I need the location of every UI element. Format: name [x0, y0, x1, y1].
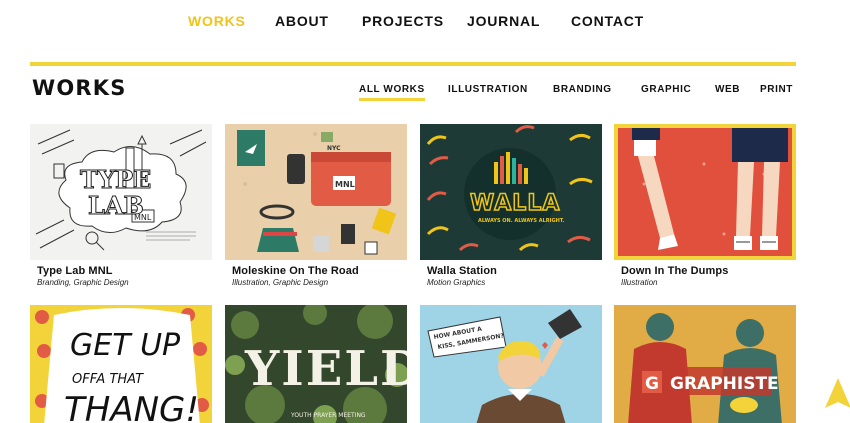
project-category: Illustration, Graphic Design [232, 278, 329, 287]
filter-illustration[interactable]: ILLUSTRATION [448, 84, 528, 95]
art-text: GRAPHISTE [670, 374, 779, 394]
header-divider [30, 62, 796, 66]
project-card-graphiste[interactable]: G GRAPHISTE [614, 305, 796, 423]
nav-projects[interactable]: PROJECTS [362, 13, 444, 29]
nav-works[interactable]: WORKS [188, 13, 246, 29]
project-card-walla[interactable]: WALLA ALWAYS ON. ALWAYS ALRIGHT. Walla S… [420, 124, 602, 287]
project-card-type-lab[interactable]: TYPE LAB MNL Type Lab MNL Branding, Grap… [30, 124, 212, 287]
project-thumbnail [614, 124, 796, 260]
art-text: MNL [335, 180, 355, 189]
project-category: Branding, Graphic Design [37, 278, 129, 287]
project-title: Type Lab MNL [37, 265, 113, 277]
project-thumbnail: GET UP OFFA THAT THANG! [30, 305, 212, 423]
art-text: WALLA [470, 191, 560, 216]
art-text: NYC [327, 145, 341, 152]
back-to-top-button[interactable] [825, 378, 850, 414]
art-text: G [645, 374, 659, 394]
project-category: Motion Graphics [427, 278, 486, 287]
filter-web[interactable]: WEB [715, 84, 740, 95]
art-text: ALWAYS ON. ALWAYS ALRIGHT. [478, 218, 564, 224]
project-title: Walla Station [427, 265, 497, 277]
art-text: MNL [134, 213, 152, 222]
filter-graphic[interactable]: GRAPHIC [641, 84, 691, 95]
filter-print[interactable]: PRINT [760, 84, 793, 95]
nav-journal[interactable]: JOURNAL [467, 13, 540, 29]
project-thumbnail: G GRAPHISTE [614, 305, 796, 423]
filter-all-works[interactable]: ALL WORKS [359, 84, 425, 101]
project-thumbnail: HOW ABOUT A KISS, SAMMERSON? [420, 305, 602, 423]
art-text: YOUTH PRAYER MEETING [290, 412, 366, 419]
project-card-yield[interactable]: YIELD YOUTH PRAYER MEETING [225, 305, 407, 423]
project-card-get-up[interactable]: GET UP OFFA THAT THANG! [30, 305, 212, 423]
art-text: YIELD [244, 341, 407, 397]
top-nav: WORKS ABOUT PROJECTS JOURNAL CONTACT [0, 0, 850, 44]
project-title: Down In The Dumps [621, 265, 729, 277]
art-text: OFFA THAT [72, 372, 144, 387]
project-title: Moleskine On The Road [232, 265, 359, 277]
project-card-moleskine[interactable]: MNL NYC Moleskine On The Road Illustrati… [225, 124, 407, 287]
up-triangle-icon [825, 378, 850, 408]
art-text: GET UP [70, 328, 181, 363]
art-text: THANG! [64, 390, 199, 423]
page-title: WORKS [32, 76, 127, 100]
project-category: Illustration [621, 278, 658, 287]
project-thumbnail: YIELD YOUTH PRAYER MEETING [225, 305, 407, 423]
project-thumbnail: TYPE LAB MNL [30, 124, 212, 260]
project-card-down-in-the-dumps[interactable]: Down In The Dumps Illustration [614, 124, 796, 287]
project-thumbnail: WALLA ALWAYS ON. ALWAYS ALRIGHT. [420, 124, 602, 260]
art-text: TYPE [80, 165, 151, 194]
project-thumbnail: MNL NYC [225, 124, 407, 260]
filter-branding[interactable]: BRANDING [553, 84, 612, 95]
project-card-kiss[interactable]: HOW ABOUT A KISS, SAMMERSON? [420, 305, 602, 423]
nav-contact[interactable]: CONTACT [571, 13, 644, 29]
nav-about[interactable]: ABOUT [275, 13, 329, 29]
